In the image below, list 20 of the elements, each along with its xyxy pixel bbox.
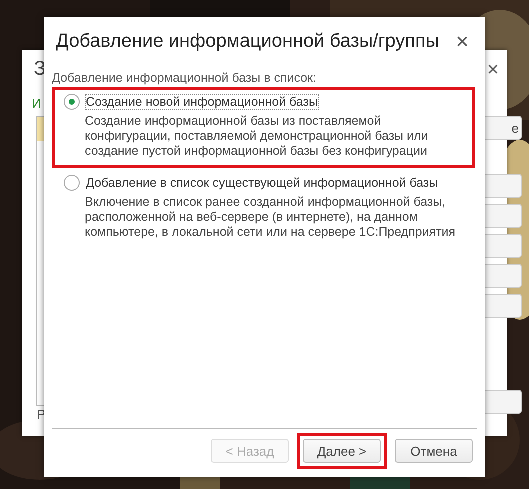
option-description: Создание информационной базы из поставляемой конфигурации, поставляемой демонстрационной базы или создание пустой информационной базы без конфигурации	[84, 114, 430, 159]
dialog-title: Добавление информационной базы/группы	[56, 31, 440, 53]
option-label[interactable]: Добавление в список существующей информационной базы	[86, 176, 438, 190]
side-button[interactable]	[482, 204, 522, 228]
close-button[interactable]: ×	[452, 31, 473, 53]
option-description: Включение в список ранее созданной информационной базы, расположенной на веб-сервере (в интернете), на данном компьютере, в локальной сети или на сервере 1С:Предприятия	[84, 195, 457, 240]
radio-button[interactable]	[64, 94, 80, 110]
side-button[interactable]	[482, 390, 522, 414]
section-label: Добавление информационной базы в список:	[52, 71, 318, 85]
side-button[interactable]	[482, 234, 522, 258]
dialog-button[interactable]: Далее >	[303, 439, 381, 463]
radio-button[interactable]	[64, 175, 80, 191]
option-label[interactable]: Создание новой информационной базы	[86, 95, 318, 109]
side-button[interactable]	[482, 264, 522, 288]
side-button[interactable]	[482, 174, 522, 198]
side-button[interactable]	[482, 294, 522, 318]
tab-link[interactable]: И	[32, 96, 42, 111]
close-button[interactable]: ×	[487, 60, 499, 80]
side-button[interactable]: е	[482, 116, 522, 140]
dialog-button[interactable]: Отмена	[395, 439, 473, 463]
